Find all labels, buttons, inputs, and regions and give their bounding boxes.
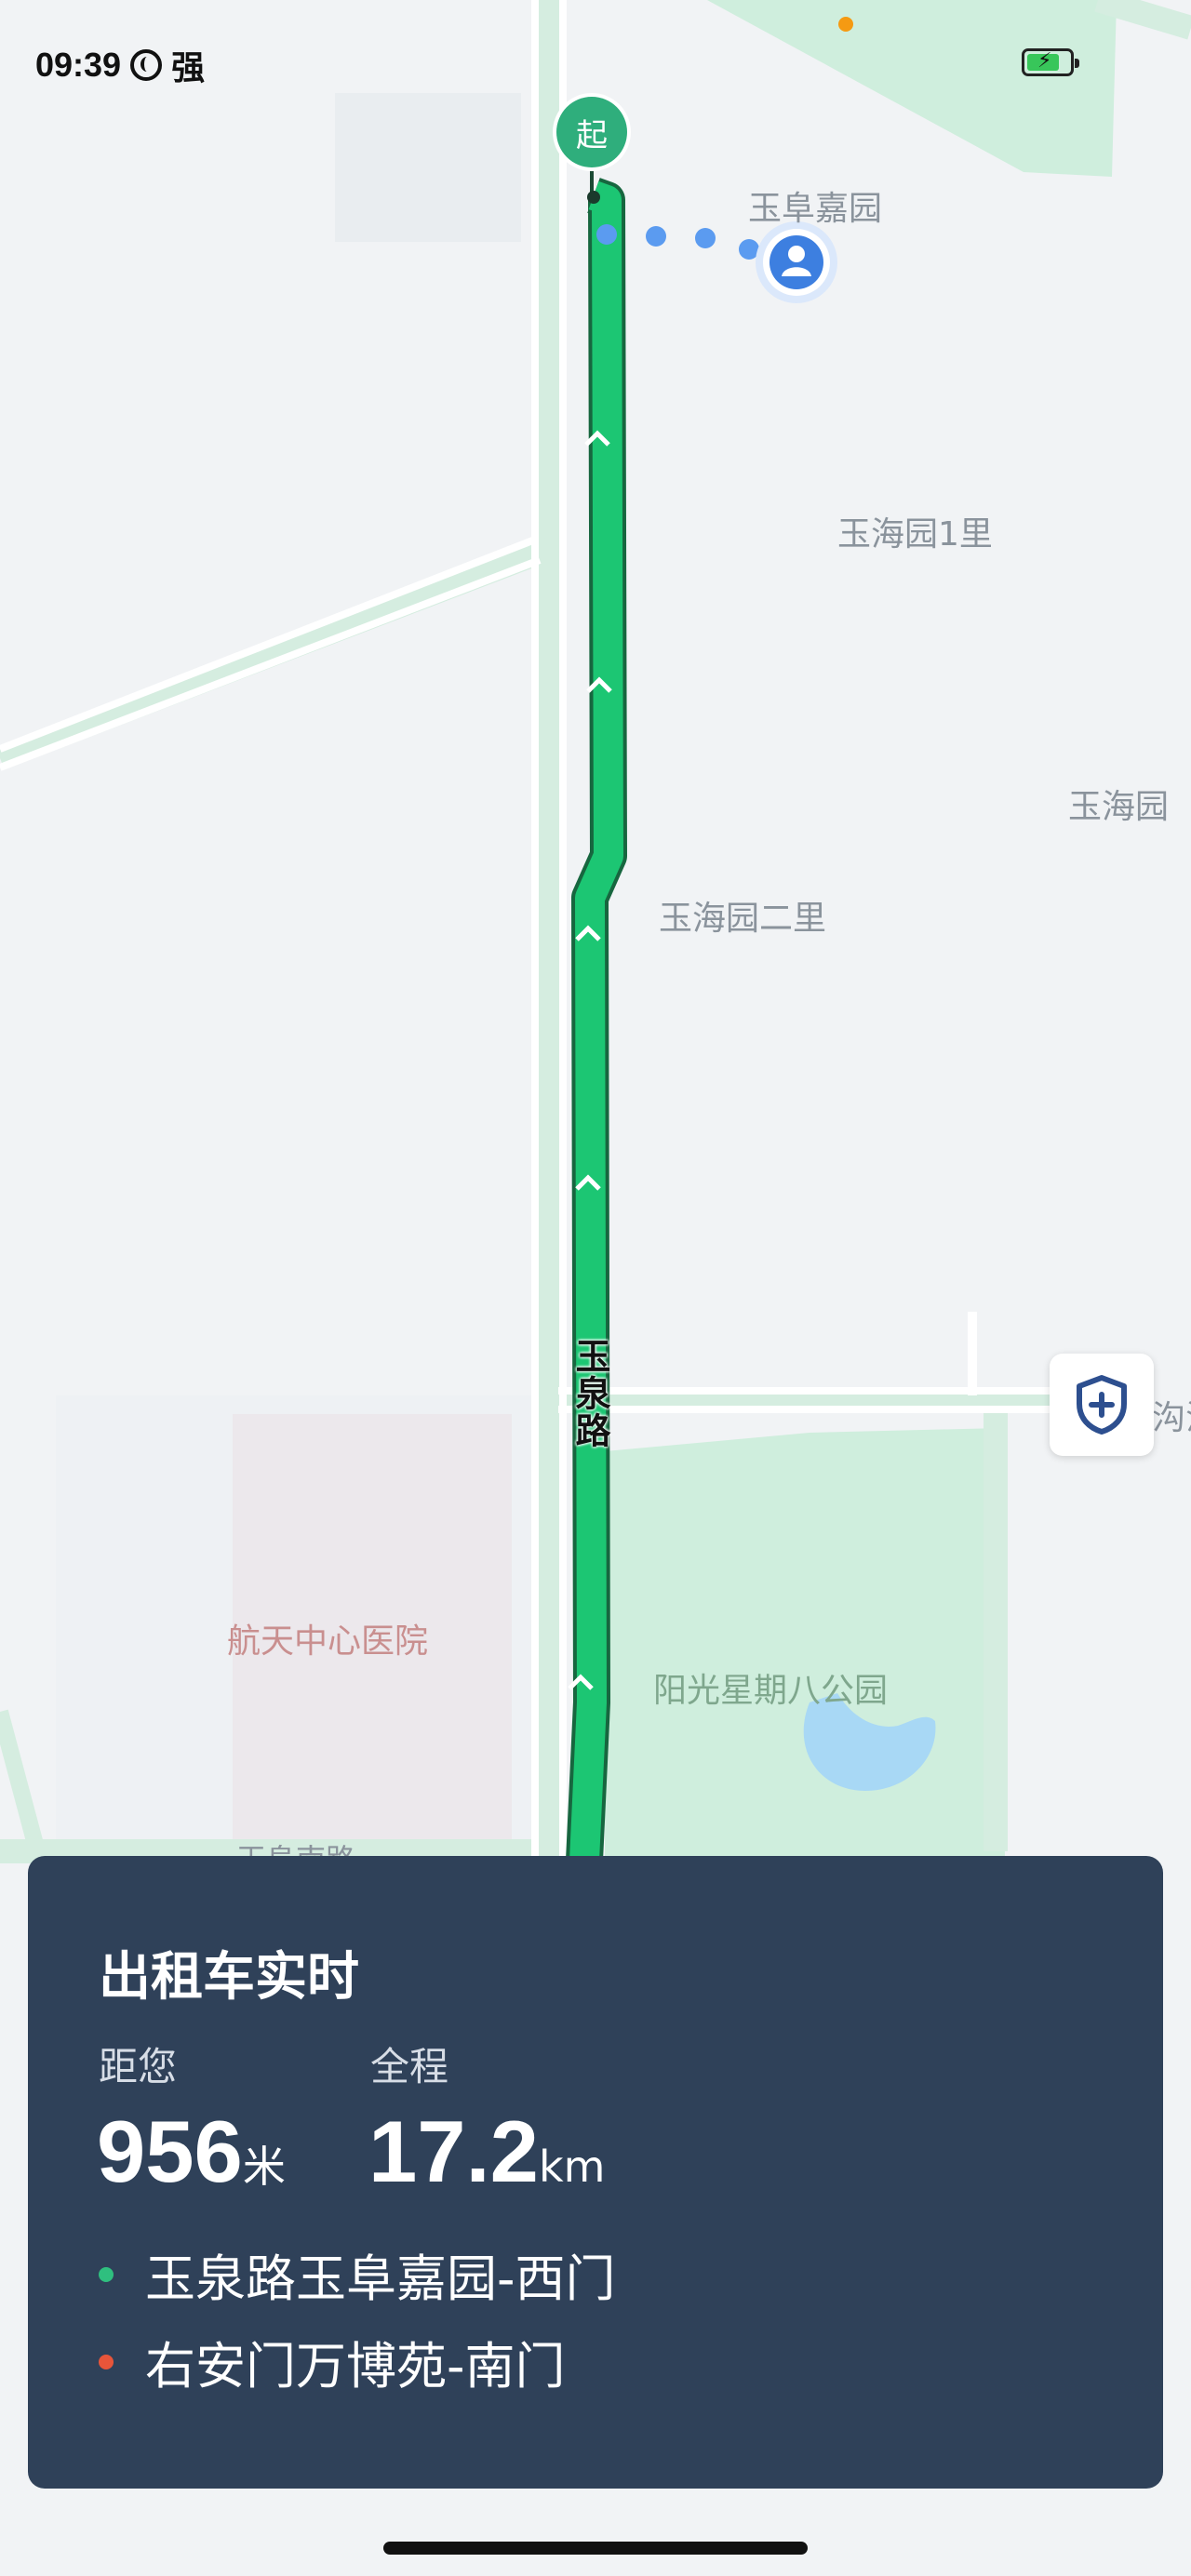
safety-button[interactable] [1050,1354,1154,1456]
distance-value: 956 [97,2102,243,2200]
total-value-group: 17.2km [368,2105,605,2213]
origin-address: 玉泉路玉阜嘉园-西门 [145,2249,616,2308]
battery-icon: ⚡ [1022,48,1079,76]
card-title: 出租车实时 [99,1947,359,2008]
label-yuhaiyuan-erli: 玉海园二里 [659,900,827,938]
status-bar: 09:39 强 [35,37,205,93]
start-marker-label: 起 [576,116,608,154]
label-yuhaiyuan: 玉海园 [1068,788,1170,826]
poi-dot [838,17,853,32]
origin-row: 玉泉路玉阜嘉园-西门 [99,2237,616,2311]
destination-row: 右安门万博苑-南门 [99,2325,566,2398]
start-marker[interactable]: 起 [556,97,627,167]
home-indicator[interactable] [383,2542,808,2555]
label-park: 阳光星期八公园 [653,1672,889,1710]
total-label: 全程 [370,2044,449,2089]
signal-icon [130,49,163,81]
total-value: 17.2 [368,2102,539,2200]
label-yuhaiyuan-1li: 玉海园1里 [837,515,993,554]
destination-dot-icon [99,2354,114,2369]
road-name-label: 玉泉路 [569,1338,610,1449]
trip-info-card[interactable]: 出租车实时 距您 全程 956米 17.2km 玉泉路玉阜嘉园-西门 右安门万博… [28,1856,1163,2489]
distance-label: 距您 [99,2044,178,2089]
distance-unit: 米 [242,2142,286,2192]
distance-value-group: 956米 [97,2105,286,2213]
label-yufu-jiayuan: 玉阜嘉园 [748,190,883,228]
destination-address: 右安门万博苑-南门 [145,2337,566,2396]
origin-dot-icon [99,2266,114,2282]
total-unit: km [538,2142,606,2192]
label-hospital: 航天中心医院 [227,1622,429,1661]
status-time: 09:39 [35,46,122,84]
label-right-edge: 沟泊 [1152,1399,1191,1437]
status-carrier: 强 [171,48,206,87]
user-location-icon[interactable] [756,221,837,303]
park-area [605,1428,1005,1861]
shield-plus-icon [1077,1375,1127,1435]
